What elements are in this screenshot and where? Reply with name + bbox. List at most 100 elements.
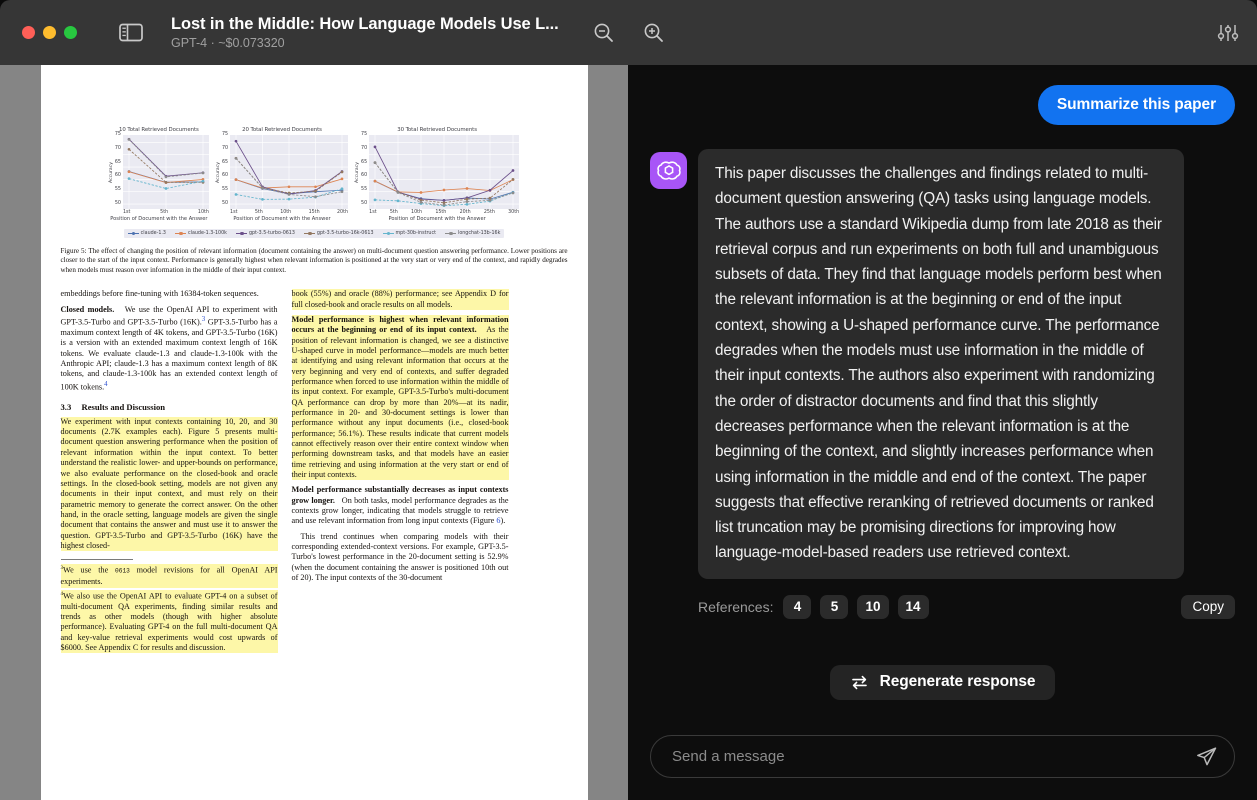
reference-chip[interactable]: 4: [783, 594, 812, 619]
x-tick-label: 1st: [230, 210, 238, 215]
x-tick-label: 1st: [369, 210, 377, 215]
legend-item: gpt-3.5-turbo-16k-0613: [303, 231, 374, 236]
y-axis-ticks: 75 70 65 60 55 50: [222, 132, 230, 206]
x-tick-label: 20th: [459, 210, 471, 215]
sidebar-toggle-icon[interactable]: [119, 23, 143, 42]
x-tick-label: 5th: [389, 210, 398, 215]
y-tick-label: 50: [361, 200, 368, 206]
footnote-text: We also use the OpenAI API to evaluate G…: [60, 591, 278, 653]
legend-marker-icon: [382, 231, 394, 236]
app-window: Lost in the Middle: How Language Models …: [0, 0, 1257, 800]
y-tick-label: 60: [361, 173, 368, 179]
y-tick-label: 60: [221, 173, 229, 179]
window-title-block: Lost in the Middle: How Language Models …: [171, 14, 559, 52]
chart-legend: claude-1.3 claude-1.3-100k gpt-3.5-turbo-0…: [123, 229, 505, 238]
figure-charts: 10 Total Retrieved Documents Accuracy 75 70…: [61, 127, 568, 222]
run-in-head: Closed models.: [60, 304, 115, 314]
zoom-out-icon[interactable]: [593, 22, 615, 44]
pdf-viewer-pane[interactable]: 10 Total Retrieved Documents Accuracy 75 70…: [0, 65, 628, 800]
paper-columns: embeddings before fine-tuning with 16384…: [60, 289, 568, 654]
y-axis-ticks: 75 70 65 60 55 50: [115, 132, 123, 206]
x-tick-label: 15th: [435, 210, 447, 215]
legend-label: gpt-3.5-turbo-16k-0613: [316, 231, 374, 236]
legend-item: gpt-3.5-turbo-0613: [235, 231, 295, 236]
y-axis-ticks: 75 70 65 60 55 50: [361, 132, 369, 206]
x-tick-label: 25th: [483, 210, 495, 215]
x-axis-label: Position of Document with the Answer: [233, 216, 331, 222]
chart-plot-area: [230, 135, 349, 209]
y-tick-label: 70: [221, 145, 229, 151]
regenerate-response-button[interactable]: Regenerate response: [829, 664, 1056, 700]
legend-marker-icon: [445, 231, 456, 236]
chart-title: 30 Total Retrieved Documents: [397, 127, 478, 133]
user-message-bubble: Summarize this paper: [1037, 85, 1235, 125]
footnote-ref[interactable]: 4: [104, 381, 107, 388]
chart-plot-area: [122, 135, 209, 209]
y-tick-label: 65: [361, 159, 368, 165]
reference-chip[interactable]: 10: [857, 594, 889, 619]
x-tick-label: 30th: [508, 210, 520, 215]
send-icon[interactable]: [1195, 746, 1217, 768]
user-message-row: Summarize this paper: [650, 85, 1235, 125]
run-in-head: Model performance is highest when releva…: [291, 314, 509, 335]
y-tick-label: 75: [361, 132, 368, 137]
footnote: 3We use the 0613 model revisions for all…: [60, 564, 278, 588]
minimize-window-button[interactable]: [43, 26, 56, 39]
legend-marker-icon: [127, 231, 139, 236]
footnote-text: We use the: [63, 565, 116, 575]
figure-5: 10 Total Retrieved Documents Accuracy 75 70…: [61, 127, 568, 275]
x-axis-ticks: 1st 5th 10th: [123, 210, 209, 215]
legend-label: gpt-3.5-turbo-0613: [248, 231, 295, 236]
chat-pane: Summarize this paper This paper discusse…: [628, 65, 1257, 800]
section-number: 3.3: [60, 401, 72, 412]
x-tick-label: 5th: [160, 210, 169, 215]
traffic-lights: [22, 26, 77, 39]
references-label: References:: [698, 598, 774, 615]
assistant-message-row: This paper discusses the challenges and …: [650, 149, 1235, 579]
footnote-ref[interactable]: 3: [202, 316, 205, 323]
y-axis-label: Accuracy: [215, 161, 221, 183]
sliders-icon[interactable]: [1217, 22, 1239, 44]
x-tick-label: 15th: [308, 210, 320, 215]
y-tick-label: 65: [114, 159, 121, 165]
x-tick-label: 10th: [197, 210, 209, 215]
legend-marker-icon: [303, 231, 315, 236]
y-tick-label: 50: [221, 200, 229, 206]
chart-plot-area: [369, 135, 520, 209]
zoom-window-button[interactable]: [64, 26, 77, 39]
paragraph-highlighted: We experiment with input contexts contai…: [60, 416, 278, 552]
chart-panel: 20 Total Retrieved Documents Accuracy 75 70…: [215, 127, 349, 222]
legend-item: claude-1.3-100k: [174, 231, 227, 236]
x-tick-label: 10th: [280, 210, 292, 215]
pdf-page: 10 Total Retrieved Documents Accuracy 75 70…: [40, 65, 588, 800]
legend-label: mpt-30b-instruct: [395, 231, 437, 236]
chat-scroll-area[interactable]: Summarize this paper This paper discusse…: [650, 65, 1235, 735]
paragraph-text: GPT-3.5-Turbo has a maximum context leng…: [60, 317, 278, 392]
y-tick-label: 65: [221, 159, 229, 165]
reference-chip[interactable]: 5: [820, 594, 849, 619]
main-body: 10 Total Retrieved Documents Accuracy 75 70…: [0, 65, 1257, 800]
paragraph-text: ).: [500, 516, 506, 526]
close-window-button[interactable]: [22, 26, 35, 39]
copy-button[interactable]: Copy: [1181, 594, 1235, 619]
reference-chip[interactable]: 14: [897, 594, 929, 619]
section-title: Results and Discussion: [81, 401, 166, 412]
x-tick-label: 5th: [254, 210, 263, 215]
title-bar-right: [1217, 22, 1239, 44]
y-tick-label: 60: [114, 173, 121, 179]
regenerate-icon: [850, 674, 869, 691]
message-input[interactable]: [672, 748, 1195, 765]
model-cost-subtitle: GPT-4 · ~$0.073320: [171, 35, 285, 50]
message-composer[interactable]: [650, 735, 1235, 778]
y-tick-label: 70: [114, 145, 121, 151]
x-tick-label: 20th: [336, 210, 348, 215]
paragraph: embeddings before fine-tuning with 16384…: [60, 289, 259, 299]
x-axis-ticks: 1st 5th 10th 15th 20th 25th 30th: [369, 210, 519, 215]
y-tick-label: 75: [221, 132, 229, 137]
x-axis-label: Position of Document with the Answer: [388, 216, 486, 222]
openai-logo-icon: [650, 152, 687, 189]
paragraph: Model performance substantially decrease…: [292, 485, 509, 526]
x-axis-ticks: 1st 5th 10th 15th 20th: [230, 210, 348, 215]
legend-label: longchat-13b-16k: [458, 231, 501, 236]
zoom-in-icon[interactable]: [643, 22, 665, 44]
